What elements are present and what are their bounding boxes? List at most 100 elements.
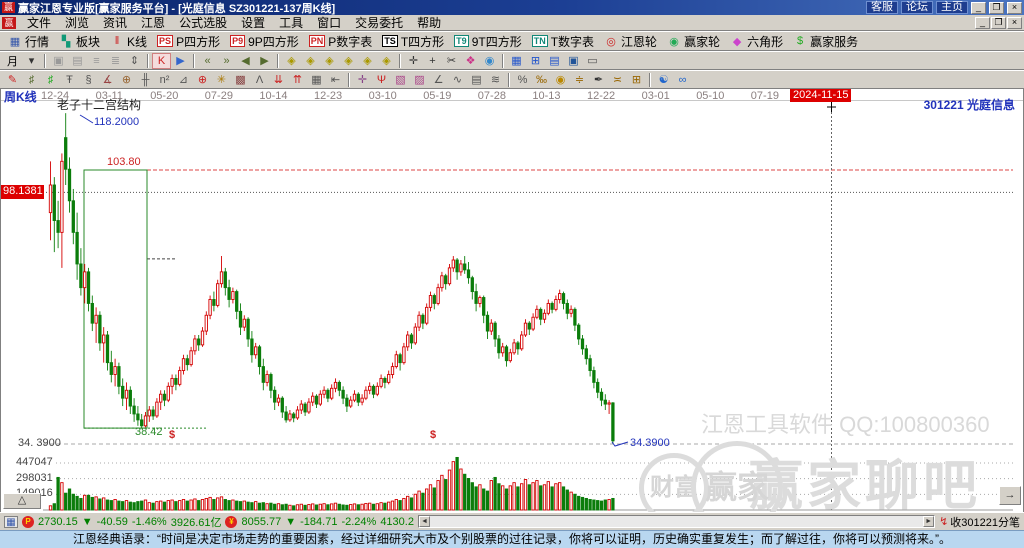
hexagon-button[interactable]: ◆ 六角形: [725, 32, 788, 50]
lines-tool-icon[interactable]: ≋: [486, 72, 505, 88]
kline-style-icon[interactable]: K: [152, 52, 171, 69]
kline-button[interactable]: ‖ K线: [105, 32, 152, 50]
menu-帮助[interactable]: 帮助: [410, 15, 448, 31]
ink-tool-icon[interactable]: ✒: [589, 72, 608, 88]
mini-chart-icon[interactable]: ≡: [87, 53, 106, 69]
dense-grid-tool-icon[interactable]: ▦: [307, 72, 326, 88]
taiji-tool-icon[interactable]: ☯: [654, 72, 673, 88]
percent-tool-icon[interactable]: %: [513, 72, 532, 88]
menu-设置[interactable]: 设置: [234, 15, 272, 31]
winner-wheel-button[interactable]: ◉ 赢家轮: [662, 32, 725, 50]
menu-资讯[interactable]: 资讯: [96, 15, 134, 31]
asterisk-tool-icon[interactable]: ✳: [212, 72, 231, 88]
homepage-link[interactable]: 主页: [936, 1, 968, 14]
target-tool-icon[interactable]: ⊕: [193, 72, 212, 88]
t-square-button[interactable]: TS T四方形: [377, 32, 449, 50]
t-number-table-button[interactable]: TN T数字表: [527, 32, 599, 50]
period-month-icon[interactable]: 月: [3, 53, 22, 69]
grid-tool-4-icon[interactable]: ▤: [467, 72, 486, 88]
sine-tool-icon[interactable]: ∿: [448, 72, 467, 88]
gann-marker-1-icon[interactable]: ◈: [282, 53, 301, 69]
angle-tool-2-icon[interactable]: ∠: [429, 72, 448, 88]
golden-section-tool-icon[interactable]: ◉: [551, 72, 570, 88]
winner-service-button[interactable]: $ 赢家服务: [788, 32, 863, 50]
scrollbar-left-arrow[interactable]: ◄: [418, 516, 430, 527]
calculator-tool-icon[interactable]: ⊞: [526, 53, 545, 69]
infinity-tool-icon[interactable]: ∞: [673, 72, 692, 88]
permille-tool-icon[interactable]: ‰: [532, 72, 551, 88]
p-number-table-button[interactable]: PN P数字表: [304, 32, 378, 50]
minimize-button[interactable]: _: [971, 1, 986, 14]
gann-wheel-button[interactable]: ◎ 江恩轮: [599, 32, 662, 50]
flower-tool-icon[interactable]: ❖: [461, 53, 480, 69]
dropdown-arrow-icon[interactable]: ▾: [22, 53, 41, 69]
step-prev-icon[interactable]: ◀: [236, 53, 255, 69]
shade-tool-icon[interactable]: ▧: [391, 72, 410, 88]
scissors-tool-icon[interactable]: ✂: [442, 53, 461, 69]
child-restore-button[interactable]: ❐: [991, 16, 1006, 29]
printer-tool-icon[interactable]: ▭: [583, 53, 602, 69]
save-tool-icon[interactable]: ▣: [564, 53, 583, 69]
restore-button[interactable]: ❐: [989, 1, 1004, 14]
wave-tool-icon[interactable]: Λ: [250, 72, 269, 88]
hand-tool-icon[interactable]: ✛: [404, 53, 423, 69]
menu-窗口[interactable]: 窗口: [310, 15, 348, 31]
calendar-icon[interactable]: ▦: [4, 515, 18, 528]
close-button[interactable]: ×: [1007, 1, 1022, 14]
report-tool-icon[interactable]: ▤: [545, 53, 564, 69]
shade-tool-2-icon[interactable]: ▨: [410, 72, 429, 88]
replay-colored-icon[interactable]: ▶: [171, 53, 190, 69]
crosshair-tool-icon[interactable]: +: [423, 53, 442, 69]
menu-工具[interactable]: 工具: [272, 15, 310, 31]
chart-area[interactable]: 江恩工具软件 QQ:100800360 赢家聊吧 财富 赢家 周K线 12-24…: [0, 89, 1024, 512]
arrow-up-tool-icon[interactable]: ⇈: [288, 72, 307, 88]
gann-marker-3-icon[interactable]: ◈: [320, 53, 339, 69]
pen-tool-icon[interactable]: ✎: [3, 72, 22, 88]
p-square-button[interactable]: PS P四方形: [152, 32, 225, 50]
expand-panel-button[interactable]: △: [3, 493, 41, 509]
n-squared-tool-icon[interactable]: n²: [155, 72, 174, 88]
spiral-tool-icon[interactable]: §: [79, 72, 98, 88]
jump-first-icon[interactable]: «: [198, 53, 217, 69]
rays-tool-icon[interactable]: Ψ: [372, 72, 391, 88]
mini-chart-2-icon[interactable]: ≣: [106, 53, 125, 69]
menu-江恩[interactable]: 江恩: [134, 15, 172, 31]
grid-box-tool-icon[interactable]: ▩: [231, 72, 250, 88]
fan-tool-icon[interactable]: Ŧ: [60, 72, 79, 88]
balance-tool-icon[interactable]: ≍: [608, 72, 627, 88]
child-close-button[interactable]: ×: [1007, 16, 1022, 29]
menu-浏览[interactable]: 浏览: [58, 15, 96, 31]
menu-文件[interactable]: 文件: [20, 15, 58, 31]
child-minimize-button[interactable]: _: [975, 16, 990, 29]
sphere-tool-icon[interactable]: ◉: [480, 53, 499, 69]
quotes-button[interactable]: ▦ 行情: [3, 32, 54, 50]
gold-box-tool-icon[interactable]: ⊞: [627, 72, 646, 88]
step-next-icon[interactable]: ▶: [255, 53, 274, 69]
sectors-button[interactable]: ▚ 板块: [54, 32, 105, 50]
support-link[interactable]: 客服: [866, 1, 898, 14]
gann-marker-4-icon[interactable]: ◈: [339, 53, 358, 69]
bars-tool-icon[interactable]: ╫: [136, 72, 155, 88]
angle-pen-tool-icon[interactable]: ∡: [98, 72, 117, 88]
triangle-tool-icon[interactable]: ⊿: [174, 72, 193, 88]
scrollbar-right-arrow[interactable]: ►: [923, 516, 935, 527]
forum-link[interactable]: 论坛: [901, 1, 933, 14]
window-layout-icon[interactable]: ▣: [49, 53, 68, 69]
jump-last-icon[interactable]: »: [217, 53, 236, 69]
gann-marker-5-icon[interactable]: ◈: [358, 53, 377, 69]
menu-交易委托[interactable]: 交易委托: [348, 15, 410, 31]
gann-marker-2-icon[interactable]: ◈: [301, 53, 320, 69]
9t-square-button[interactable]: T9 9T四方形: [449, 32, 527, 50]
measure-tool-icon[interactable]: ⇤: [326, 72, 345, 88]
scroll-right-button[interactable]: →: [999, 486, 1021, 505]
anchor-tool-icon[interactable]: ✛: [353, 72, 372, 88]
gann-grid-icon[interactable]: ♯: [22, 72, 41, 88]
info-page-icon[interactable]: ▤: [68, 53, 87, 69]
scrollbar-track[interactable]: [430, 516, 923, 527]
gann-marker-6-icon[interactable]: ◈: [377, 53, 396, 69]
9p-square-button[interactable]: P9 9P四方形: [225, 32, 304, 50]
chart-horizontal-scrollbar[interactable]: ◄ ►: [417, 515, 936, 528]
axis-scale-icon[interactable]: ⇕: [125, 53, 144, 69]
arrow-down-tool-icon[interactable]: ⇊: [269, 72, 288, 88]
gann-grid-green-icon[interactable]: ♯: [41, 72, 60, 88]
